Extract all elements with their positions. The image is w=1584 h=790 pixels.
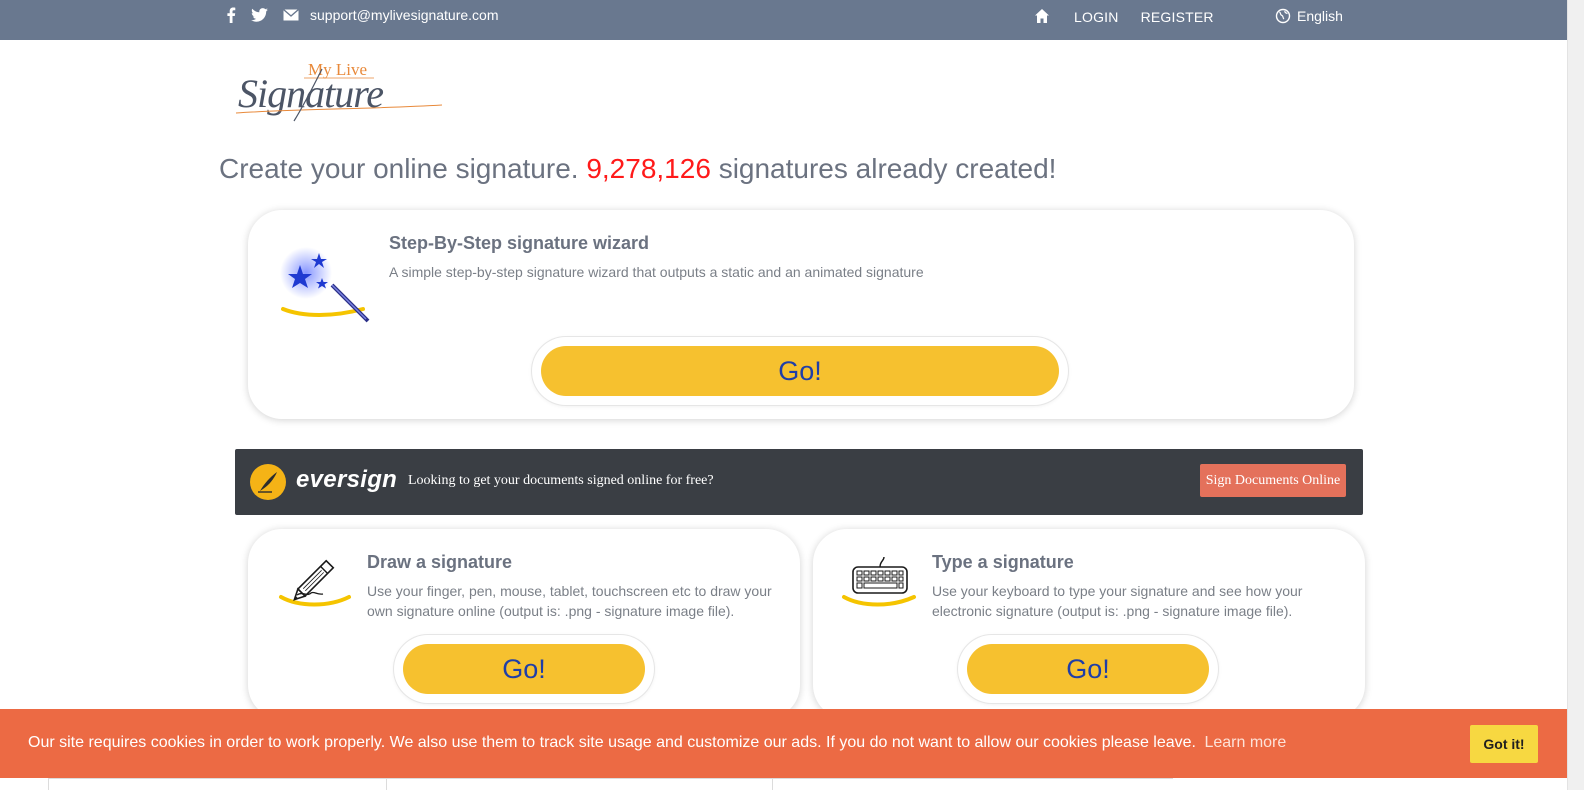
eversign-brand[interactable]: eversign xyxy=(296,466,397,494)
keyboard-icon xyxy=(840,553,920,609)
cookie-message-wrapper: Our site requires cookies in order to wo… xyxy=(28,734,1286,752)
headline-suffix: signatures already created! xyxy=(718,153,1057,184)
signature-count: 9,278,126 xyxy=(586,153,711,184)
twitter-icon[interactable] xyxy=(250,6,268,24)
facebook-icon[interactable] xyxy=(222,6,240,24)
wizard-card: Step-By-Step signature wizard A simple s… xyxy=(248,210,1354,419)
eversign-message: Looking to get your documents signed onl… xyxy=(408,473,714,488)
language-label: English xyxy=(1297,8,1343,24)
draw-go-button[interactable]: Go! xyxy=(403,644,645,694)
draw-title: Draw a signature xyxy=(367,552,513,572)
pencil-icon xyxy=(277,553,355,609)
language-selector[interactable]: English xyxy=(1275,8,1343,24)
top-nav: LOGIN REGISTER xyxy=(1034,8,1214,26)
wizard-go-button[interactable]: Go! xyxy=(541,346,1059,396)
scrollbar[interactable] xyxy=(1567,0,1584,790)
draw-description: Use your finger, pen, mouse, tablet, tou… xyxy=(367,583,772,619)
draw-go-wrapper: Go! xyxy=(394,635,654,703)
envelope-icon[interactable] xyxy=(282,6,300,24)
cookie-banner: Our site requires cookies in order to wo… xyxy=(0,709,1567,778)
sign-documents-button[interactable]: Sign Documents Online xyxy=(1200,464,1346,497)
headline-prefix: Create your online signature. xyxy=(219,153,579,184)
type-description: Use your keyboard to type your signature… xyxy=(932,583,1303,619)
draw-card: Draw a signature Use your finger, pen, m… xyxy=(248,529,800,719)
page-bottom-edge xyxy=(0,778,1567,790)
wizard-description: A simple step-by-step signature wizard t… xyxy=(389,264,924,280)
register-link[interactable]: REGISTER xyxy=(1141,9,1214,25)
site-logo[interactable]: My Live Signature xyxy=(234,55,449,127)
wizard-go-wrapper: Go! xyxy=(532,337,1068,405)
home-icon[interactable] xyxy=(1034,8,1052,26)
learn-more-link[interactable]: Learn more xyxy=(1204,734,1286,751)
contact-links: support@mylivesignature.com xyxy=(222,6,499,24)
eversign-banner: eversign Looking to get your documents s… xyxy=(235,449,1363,515)
login-link[interactable]: LOGIN xyxy=(1074,9,1119,25)
eversign-logo-icon xyxy=(250,464,286,500)
magic-wand-icon xyxy=(278,245,378,325)
support-email-link[interactable]: support@mylivesignature.com xyxy=(310,7,499,23)
got-it-button[interactable]: Got it! xyxy=(1470,725,1538,763)
wizard-title: Step-By-Step signature wizard xyxy=(389,233,650,253)
page-headline: Create your online signature. 9,278,126 … xyxy=(219,153,1056,185)
type-card: Type a signature Use your keyboard to ty… xyxy=(813,529,1365,719)
top-bar: support@mylivesignature.com LOGIN REGIST… xyxy=(0,0,1567,40)
globe-icon xyxy=(1275,8,1291,24)
type-go-wrapper: Go! xyxy=(958,635,1218,703)
type-title: Type a signature xyxy=(932,552,1074,572)
cookie-message: Our site requires cookies in order to wo… xyxy=(28,734,1196,751)
type-go-button[interactable]: Go! xyxy=(967,644,1209,694)
